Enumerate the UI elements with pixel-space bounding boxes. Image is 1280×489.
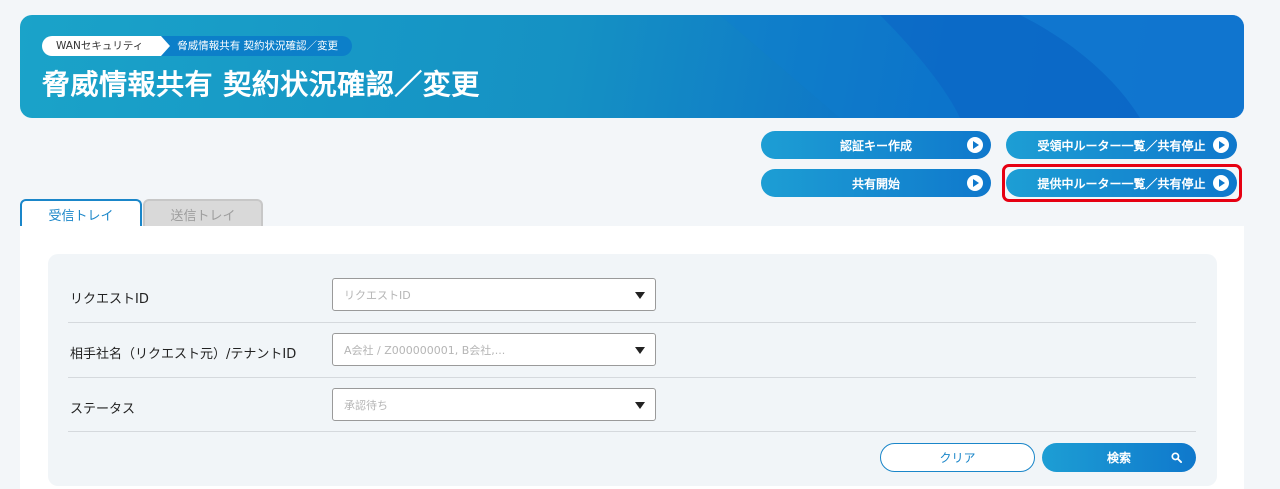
divider [68,431,1196,432]
play-circle-icon [967,137,983,153]
highlight-box [1002,164,1242,202]
received-router-list-label: 受領中ルーター一覧／共有停止 [1037,138,1206,153]
partner-placeholder: A会社 / Z000000001, B会社,... [344,343,506,357]
search-icon [1171,452,1182,463]
request-id-label: リクエストID [70,292,149,307]
breadcrumb-wan-security[interactable]: WANセキュリティ [42,36,171,56]
tab-inbox[interactable]: 受信トレイ [20,199,142,227]
partner-select[interactable]: A会社 / Z000000001, B会社,... [332,333,656,366]
dropdown-caret-icon [635,402,645,409]
clear-button[interactable]: クリア [880,443,1035,472]
dropdown-caret-icon [635,292,645,299]
divider [68,322,1196,323]
tab-inbox-label: 受信トレイ [48,208,114,224]
request-id-select[interactable]: リクエストID [332,278,656,311]
start-sharing-label: 共有開始 [851,176,900,191]
received-router-list-button[interactable]: 受領中ルーター一覧／共有停止 [1006,131,1237,159]
page-title: 脅威情報共有 契約状況確認／変更 [42,68,480,101]
search-button[interactable]: 検索 [1042,443,1196,472]
start-sharing-button[interactable]: 共有開始 [761,169,991,197]
create-auth-key-label: 認証キー作成 [839,138,912,153]
request-id-placeholder: リクエストID [344,288,411,302]
status-select[interactable]: 承認待ち [332,388,656,421]
clear-label: クリア [939,451,976,465]
status-label: ステータス [70,402,136,417]
tab-outbox-label: 送信トレイ [170,208,236,224]
play-circle-icon [1213,137,1229,153]
breadcrumb: WANセキュリティ 脅威情報共有 契約状況確認／変更 [42,36,353,56]
play-circle-icon [967,175,983,191]
status-placeholder: 承認待ち [344,398,388,412]
search-label: 検索 [1106,451,1131,465]
create-auth-key-button[interactable]: 認証キー作成 [761,131,991,159]
tab-outbox[interactable]: 送信トレイ [143,199,263,227]
header-banner: WANセキュリティ 脅威情報共有 契約状況確認／変更 脅威情報共有 契約状況確認… [20,15,1244,118]
divider [68,377,1196,378]
dropdown-caret-icon [635,347,645,354]
breadcrumb-current: 脅威情報共有 契約状況確認／変更 [159,36,353,56]
partner-label: 相手社名（リクエスト元）/テナントID [70,347,297,362]
